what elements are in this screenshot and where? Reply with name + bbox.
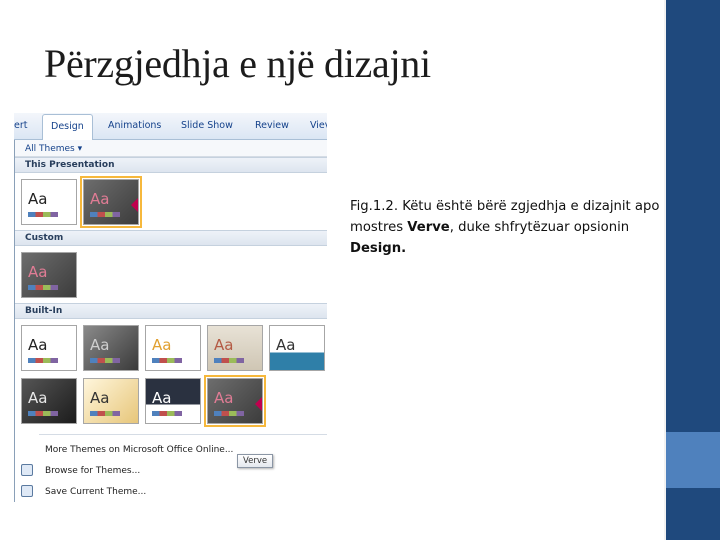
color-swatch [90, 411, 120, 416]
save-current-theme[interactable]: Save Current Theme... [15, 482, 327, 502]
theme-thumb-text: Aa [90, 190, 110, 208]
themes-gallery: All Themes ▾ This Presentation Aa Aa Cus… [14, 140, 327, 502]
theme-thumb-builtin-2[interactable]: Aa [83, 325, 139, 371]
caption-bold-verve: Verve [407, 220, 450, 235]
more-themes-label: More Themes on Microsoft Office Online..… [45, 445, 234, 455]
color-swatch [28, 285, 58, 290]
theme-thumb-text: Aa [28, 336, 48, 354]
tab-slide-show[interactable]: Slide Show [181, 120, 233, 131]
theme-thumb-text: Aa [276, 336, 296, 354]
verve-accent-shape [255, 397, 262, 411]
theme-thumb-text: Aa [90, 336, 110, 354]
theme-thumb-builtin-4[interactable]: Aa [207, 325, 263, 371]
color-swatch [90, 358, 120, 363]
color-swatch [214, 411, 244, 416]
slide-title: Përzgjedhja e një dizajni [44, 41, 431, 86]
color-swatch [214, 358, 244, 363]
figure-caption: Fig.1.2. Këtu është bërë zgjedhja e diza… [350, 196, 662, 259]
theme-thumb-text: Aa [152, 389, 172, 407]
tab-review[interactable]: Review [255, 120, 289, 131]
verve-accent-shape [131, 198, 138, 212]
caption-text-2: , duke shfrytëzuar opsionin [449, 220, 630, 235]
section-built-in: Built-In [15, 303, 327, 319]
folder-icon [21, 464, 33, 476]
theme-thumb-text: Aa [214, 336, 234, 354]
theme-thumb-builtin-8[interactable]: Aa [145, 378, 201, 424]
section-custom: Custom [15, 230, 327, 246]
theme-thumb-text: Aa [28, 389, 48, 407]
theme-thumb-text: Aa [214, 389, 234, 407]
theme-thumb-builtin-5[interactable]: Aa [269, 325, 325, 371]
theme-thumb-text: Aa [152, 336, 172, 354]
color-swatch [152, 358, 182, 363]
ribbon-tabs: ert Design Animations Slide Show Review … [14, 113, 327, 141]
color-swatch [28, 212, 58, 217]
theme-thumb-verve-current[interactable]: Aa [80, 176, 142, 228]
theme-thumb-text: Aa [90, 389, 110, 407]
color-swatch [90, 212, 120, 217]
tab-design[interactable]: Design [42, 114, 93, 141]
save-theme-label: Save Current Theme... [45, 487, 147, 497]
theme-thumb-text: Aa [28, 190, 48, 208]
tab-view[interactable]: Viev [310, 120, 327, 131]
theme-thumb-text: Aa [28, 263, 48, 281]
caption-bold-design: Design. [350, 241, 407, 256]
tab-insert[interactable]: ert [14, 120, 27, 131]
color-swatch [28, 358, 58, 363]
color-swatch [152, 411, 182, 416]
save-icon [21, 485, 33, 497]
theme-thumb-office[interactable]: Aa [21, 179, 77, 225]
theme-thumb-builtin-1[interactable]: Aa [21, 325, 77, 371]
theme-thumb-builtin-3[interactable]: Aa [145, 325, 201, 371]
theme-thumb-custom[interactable]: Aa [21, 252, 77, 298]
more-themes-online[interactable]: More Themes on Microsoft Office Online..… [15, 440, 327, 460]
browse-for-themes[interactable]: Browse for Themes... [15, 461, 327, 481]
section-this-presentation: This Presentation [15, 157, 327, 173]
theme-thumb-verve[interactable]: Aa [204, 375, 266, 427]
tab-animations[interactable]: Animations [108, 120, 161, 131]
color-swatch [28, 411, 58, 416]
decorative-band-accent [666, 432, 720, 488]
theme-thumb-builtin-6[interactable]: Aa [21, 378, 77, 424]
menu-separator [39, 434, 327, 435]
all-themes-dropdown[interactable]: All Themes ▾ [15, 140, 327, 157]
theme-thumb-builtin-7[interactable]: Aa [83, 378, 139, 424]
browse-themes-label: Browse for Themes... [45, 466, 141, 476]
powerpoint-screenshot: ert Design Animations Slide Show Review … [14, 113, 327, 502]
